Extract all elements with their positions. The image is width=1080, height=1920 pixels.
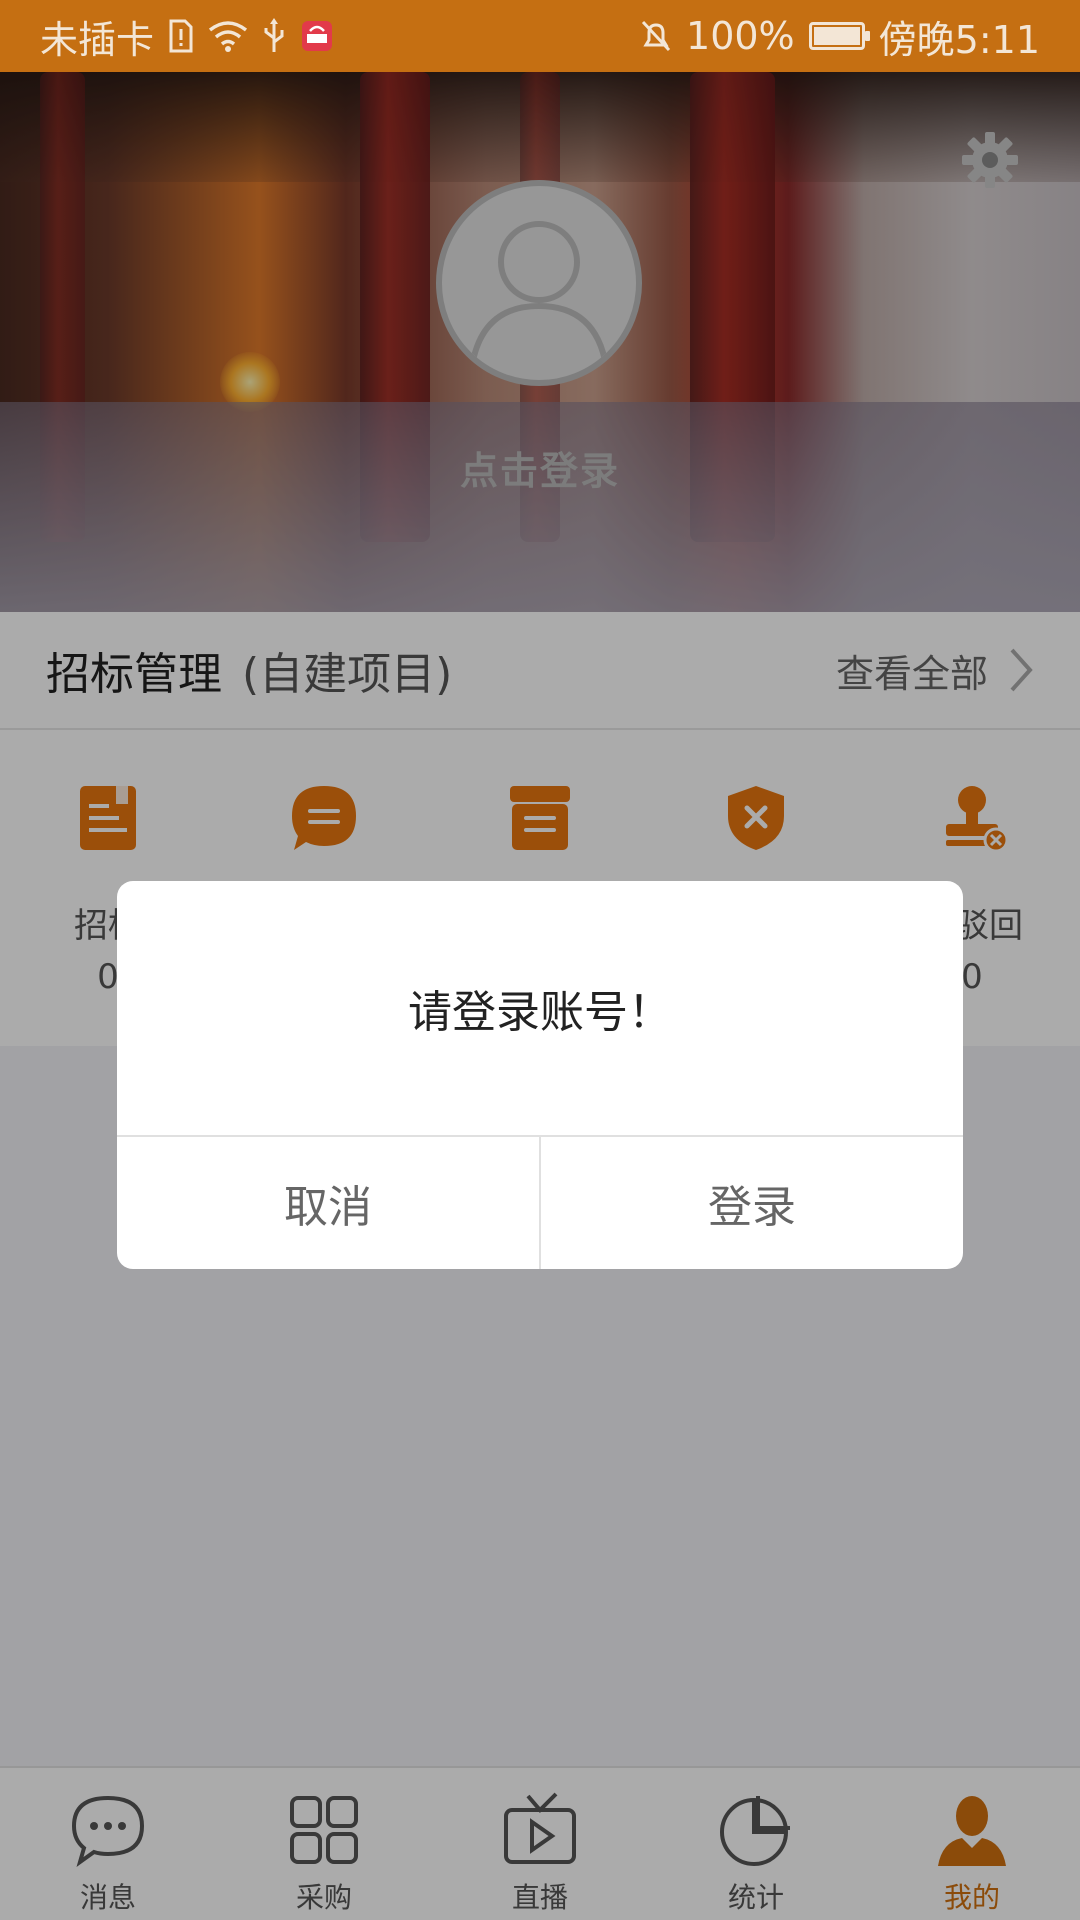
dialog-actions: 取消 登录 [117,1137,963,1269]
mute-icon [640,19,672,53]
carrier-label: 未插卡 [40,17,155,62]
status-bar: 未插卡 100% 傍晚5:11 [0,0,1080,72]
battery-percent: 100% [686,14,795,58]
sim-alert-icon [168,19,194,53]
battery-fill [813,27,860,45]
login-button[interactable]: 登录 [539,1137,963,1269]
status-left: 未插卡 [40,9,334,64]
status-right: 100% 傍晚5:11 [640,9,1040,64]
usb-icon [262,18,286,54]
wifi-icon [208,20,248,52]
vmall-app-icon [300,19,334,53]
login-dialog: 请登录账号！ 取消 登录 [117,881,963,1269]
cancel-button[interactable]: 取消 [117,1137,539,1269]
dialog-message: 请登录账号！ [117,881,963,1137]
clock: 傍晚5:11 [878,17,1040,62]
battery-charging-icon [808,22,870,50]
